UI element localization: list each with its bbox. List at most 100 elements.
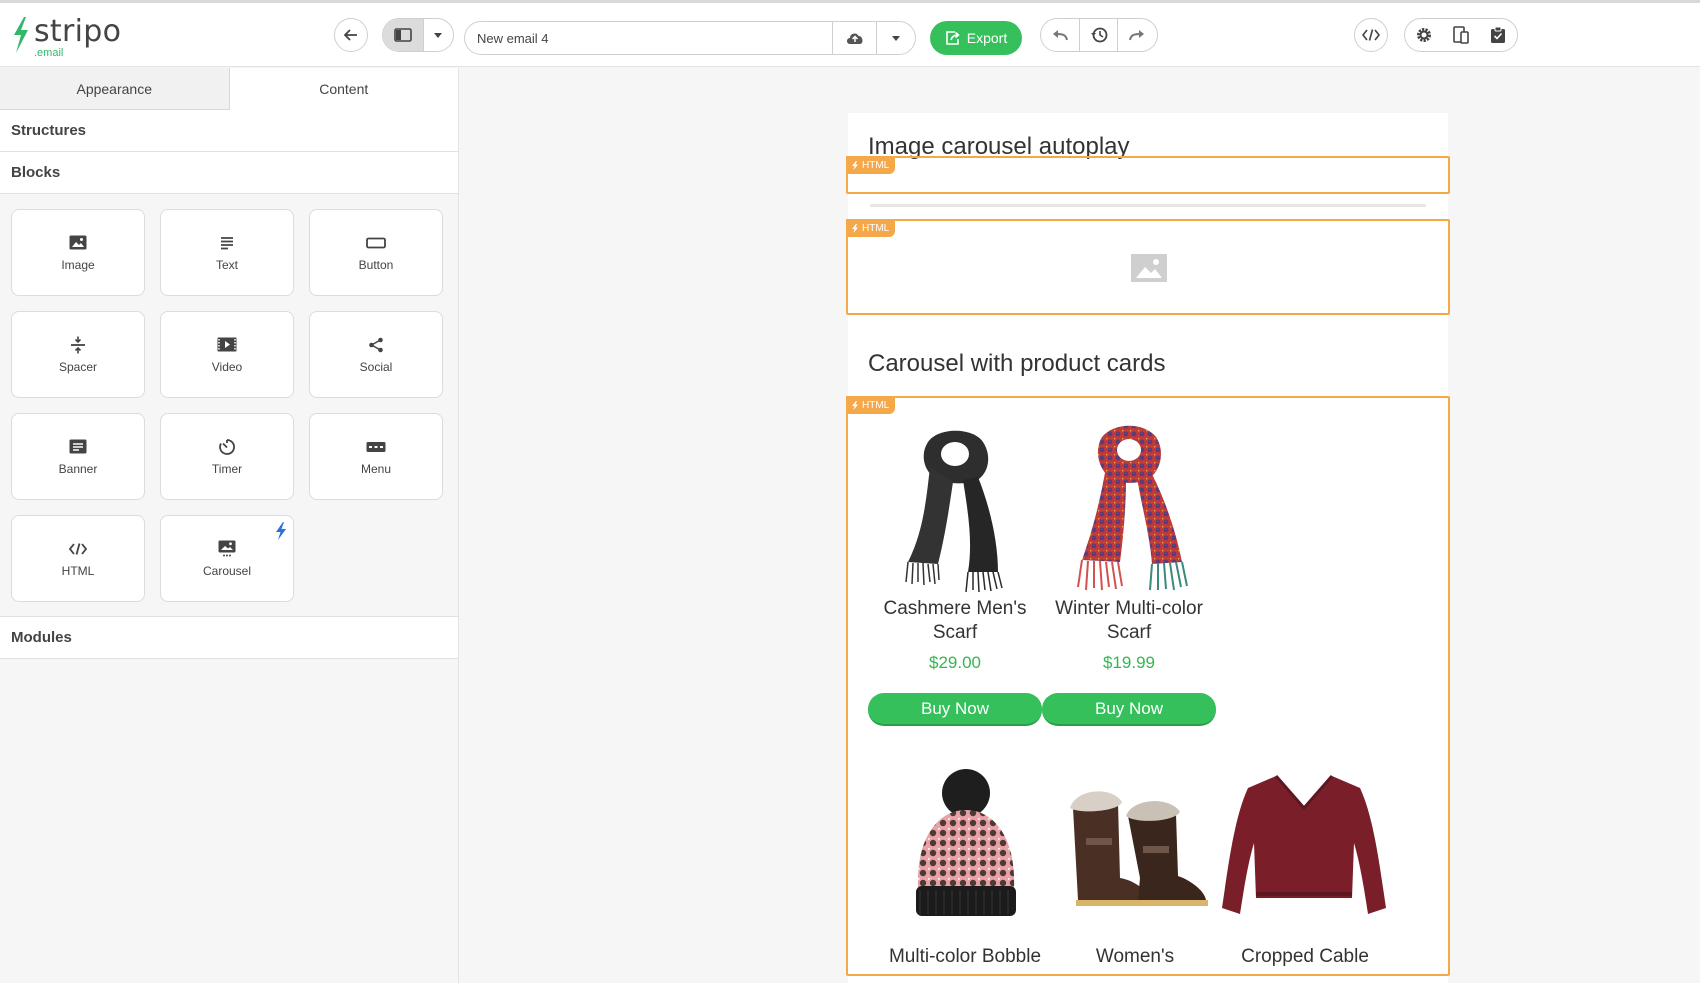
product-card: Cashmere Men's Scarf $29.00 Buy Now [868,422,1042,726]
layout-view-button[interactable] [383,19,424,51]
html-tag-label: HTML [862,159,890,171]
buy-now-button[interactable]: Buy Now [1042,693,1216,726]
layout-dropdown-button[interactable] [424,19,453,51]
product-card: Women's [1048,768,1222,969]
product-name: Cashmere Men's Scarf [883,598,1027,643]
device-preview-button[interactable] [1442,19,1479,51]
block-timer[interactable]: Timer [160,413,294,500]
amp-bolt-icon [276,522,286,540]
block-label: Text [215,257,238,272]
export-label: Export [966,30,1008,46]
save-cloud-button[interactable] [833,22,877,54]
left-sidebar: Appearance Content Structures Blocks Ima… [0,68,459,983]
cloud-upload-icon [846,33,863,44]
mobile-desktop-icon [1453,26,1469,44]
image-placeholder-icon [1131,254,1167,282]
code-icon [1362,29,1380,41]
block-label: Banner [58,461,98,476]
buy-now-button[interactable]: Buy Now [868,693,1042,726]
spacer-icon [68,336,88,354]
block-label: Image [61,257,95,272]
bolt-icon [852,160,858,170]
email-name-field[interactable]: New email 4 [464,21,916,55]
product-price: $29.00 [929,653,981,672]
back-button[interactable] [334,18,368,52]
clipboard-check-icon [1491,26,1506,43]
block-label: HTML [61,563,95,578]
blocks-section[interactable]: Blocks [0,152,458,194]
email-name-input[interactable]: New email 4 [465,22,833,54]
top-toolbar: stripo .email New email 4 Export [0,3,1700,67]
menu-icon [366,438,386,456]
block-text[interactable]: Text [160,209,294,296]
stripo-bolt-icon [14,17,28,53]
cropped-sweater-image[interactable] [1218,768,1392,928]
redo-icon [1129,30,1145,41]
block-banner[interactable]: Banner [11,413,145,500]
block-spacer[interactable]: Spacer [11,311,145,398]
html-tag: HTML [846,156,896,174]
code-icon [68,540,88,558]
tab-appearance[interactable]: Appearance [0,68,230,109]
caret-down-icon [434,32,443,38]
banner-icon [68,438,88,456]
caret-down-icon [892,35,900,41]
carousel-products-heading[interactable]: Carousel with product cards [868,350,1165,378]
html-tag: HTML [846,396,896,414]
history-clock-icon [1090,27,1107,43]
undo-button[interactable] [1041,19,1081,51]
settings-button[interactable] [1405,19,1442,51]
layout-toggle[interactable] [382,18,454,52]
product-name: Multi-color Bobble [888,946,1042,967]
html-block-2[interactable]: HTML [846,219,1450,315]
html-block-3[interactable]: HTML Cashmere Men's Scarf $29.00 Buy Now [846,396,1450,976]
undo-icon [1053,30,1069,41]
settings-group [1404,18,1518,52]
html-tag-label: HTML [862,222,890,234]
carousel-icon [217,540,237,558]
email-canvas: Image carousel autoplay HTML HTML Carous… [460,68,1700,983]
save-options-dropdown[interactable] [877,22,915,54]
stripo-logo[interactable]: stripo .email [10,15,121,59]
bobble-hat-image[interactable] [878,768,1052,928]
arrow-left-icon [344,29,357,41]
black-scarf-image[interactable] [868,422,1042,593]
history-button[interactable] [1080,19,1118,51]
block-image[interactable]: Image [11,209,145,296]
product-name: Winter Multi-color Scarf [1055,598,1203,643]
export-button[interactable]: Export [930,21,1022,55]
product-card: Multi-color Bobble [878,768,1052,969]
button-icon [366,234,386,252]
layout-panel-icon [394,28,412,42]
block-social[interactable]: Social [309,311,443,398]
bolt-icon [852,400,858,410]
structures-section[interactable]: Structures [0,110,458,152]
block-video[interactable]: Video [160,311,294,398]
gear-icon [1416,28,1431,42]
bolt-icon [852,223,858,233]
multicolor-scarf-image[interactable] [1042,422,1216,592]
product-name: Women's [1095,946,1175,967]
block-html[interactable]: HTML [11,515,145,602]
block-label: Menu [360,461,392,476]
test-email-button[interactable] [1480,19,1517,51]
logo-subtext: .email [34,47,64,59]
share-icon [366,336,386,354]
tab-content[interactable]: Content [229,68,458,110]
html-tag-label: HTML [862,399,890,411]
timer-icon [217,438,237,456]
image-icon [68,234,88,252]
redo-button[interactable] [1118,19,1157,51]
block-button[interactable]: Button [309,209,443,296]
html-block-1[interactable]: HTML [846,156,1450,194]
block-label: Video [211,359,243,374]
block-carousel[interactable]: Carousel [160,515,294,602]
blocks-grid: Image Text Button Spacer Video Social Ba… [0,194,458,617]
block-label: Button [358,257,394,272]
block-menu[interactable]: Menu [309,413,443,500]
women-boots-image[interactable] [1048,768,1222,928]
block-label: Spacer [58,359,98,374]
code-editor-button[interactable] [1354,18,1388,52]
modules-section[interactable]: Modules [0,617,458,659]
html-tag: HTML [846,219,896,237]
